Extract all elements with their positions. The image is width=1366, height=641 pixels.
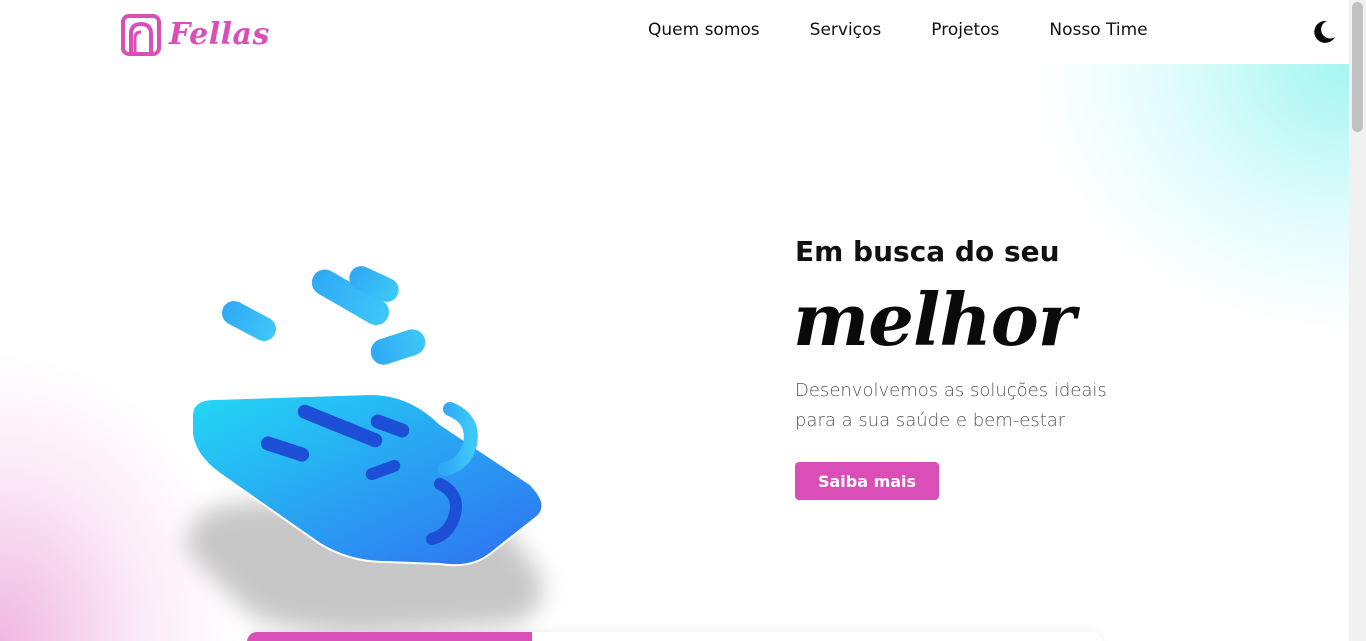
nav-item-quem-somos[interactable]: Quem somos bbox=[648, 18, 760, 42]
page-scrollbar[interactable] bbox=[1349, 0, 1366, 641]
logo-icon bbox=[121, 14, 161, 56]
card-accent-bar bbox=[247, 632, 532, 641]
hero-subtitle: Desenvolvemos as soluções ideais para a … bbox=[795, 380, 1107, 431]
hero-highlight-word: melhor bbox=[793, 277, 1076, 362]
hero-section: Em busca do seu melhor Desenvolvemos as … bbox=[0, 64, 1349, 641]
nav-item-projetos[interactable]: Projetos bbox=[931, 18, 999, 42]
brand-name: Fellas bbox=[169, 17, 270, 52]
nav-item-servicos[interactable]: Serviços bbox=[810, 18, 882, 42]
saiba-mais-button[interactable]: Saiba mais bbox=[795, 462, 939, 500]
main-nav: Quem somos Serviços Projetos Nosso Time bbox=[648, 18, 1148, 42]
scrollbar-thumb[interactable] bbox=[1352, 2, 1363, 132]
moon-icon bbox=[1314, 20, 1335, 43]
nav-item-nosso-time[interactable]: Nosso Time bbox=[1049, 18, 1147, 42]
hero-headline: Em busca do seu bbox=[795, 235, 1060, 268]
services-card-preview bbox=[247, 632, 1102, 641]
chat-bubble-3d-icon bbox=[188, 266, 544, 634]
site-header: Fellas Quem somos Serviços Projetos Noss… bbox=[0, 0, 1349, 64]
brand-logo[interactable]: Fellas bbox=[121, 14, 270, 56]
theme-toggle-button[interactable] bbox=[1311, 19, 1337, 45]
